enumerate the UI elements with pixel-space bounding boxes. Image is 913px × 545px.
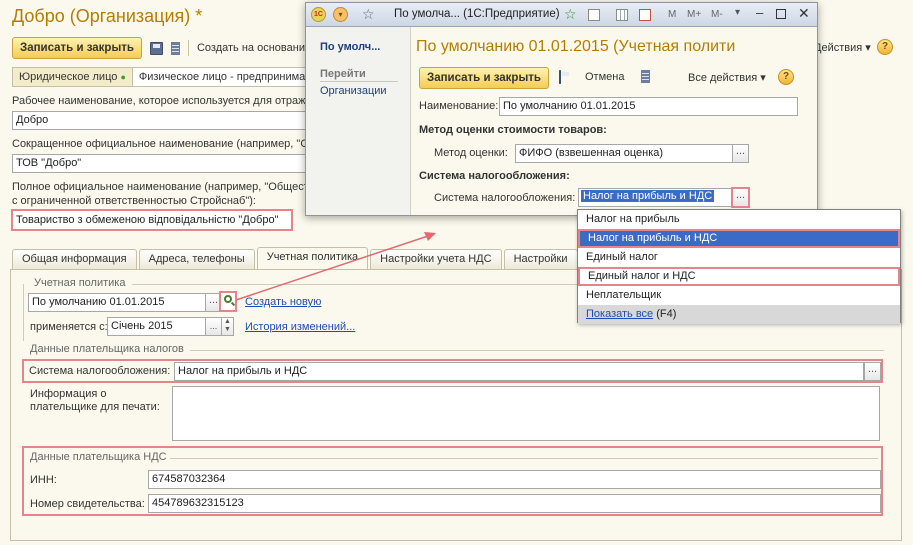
- annotation-arrow: [235, 232, 436, 301]
- arrow-line: [235, 235, 429, 301]
